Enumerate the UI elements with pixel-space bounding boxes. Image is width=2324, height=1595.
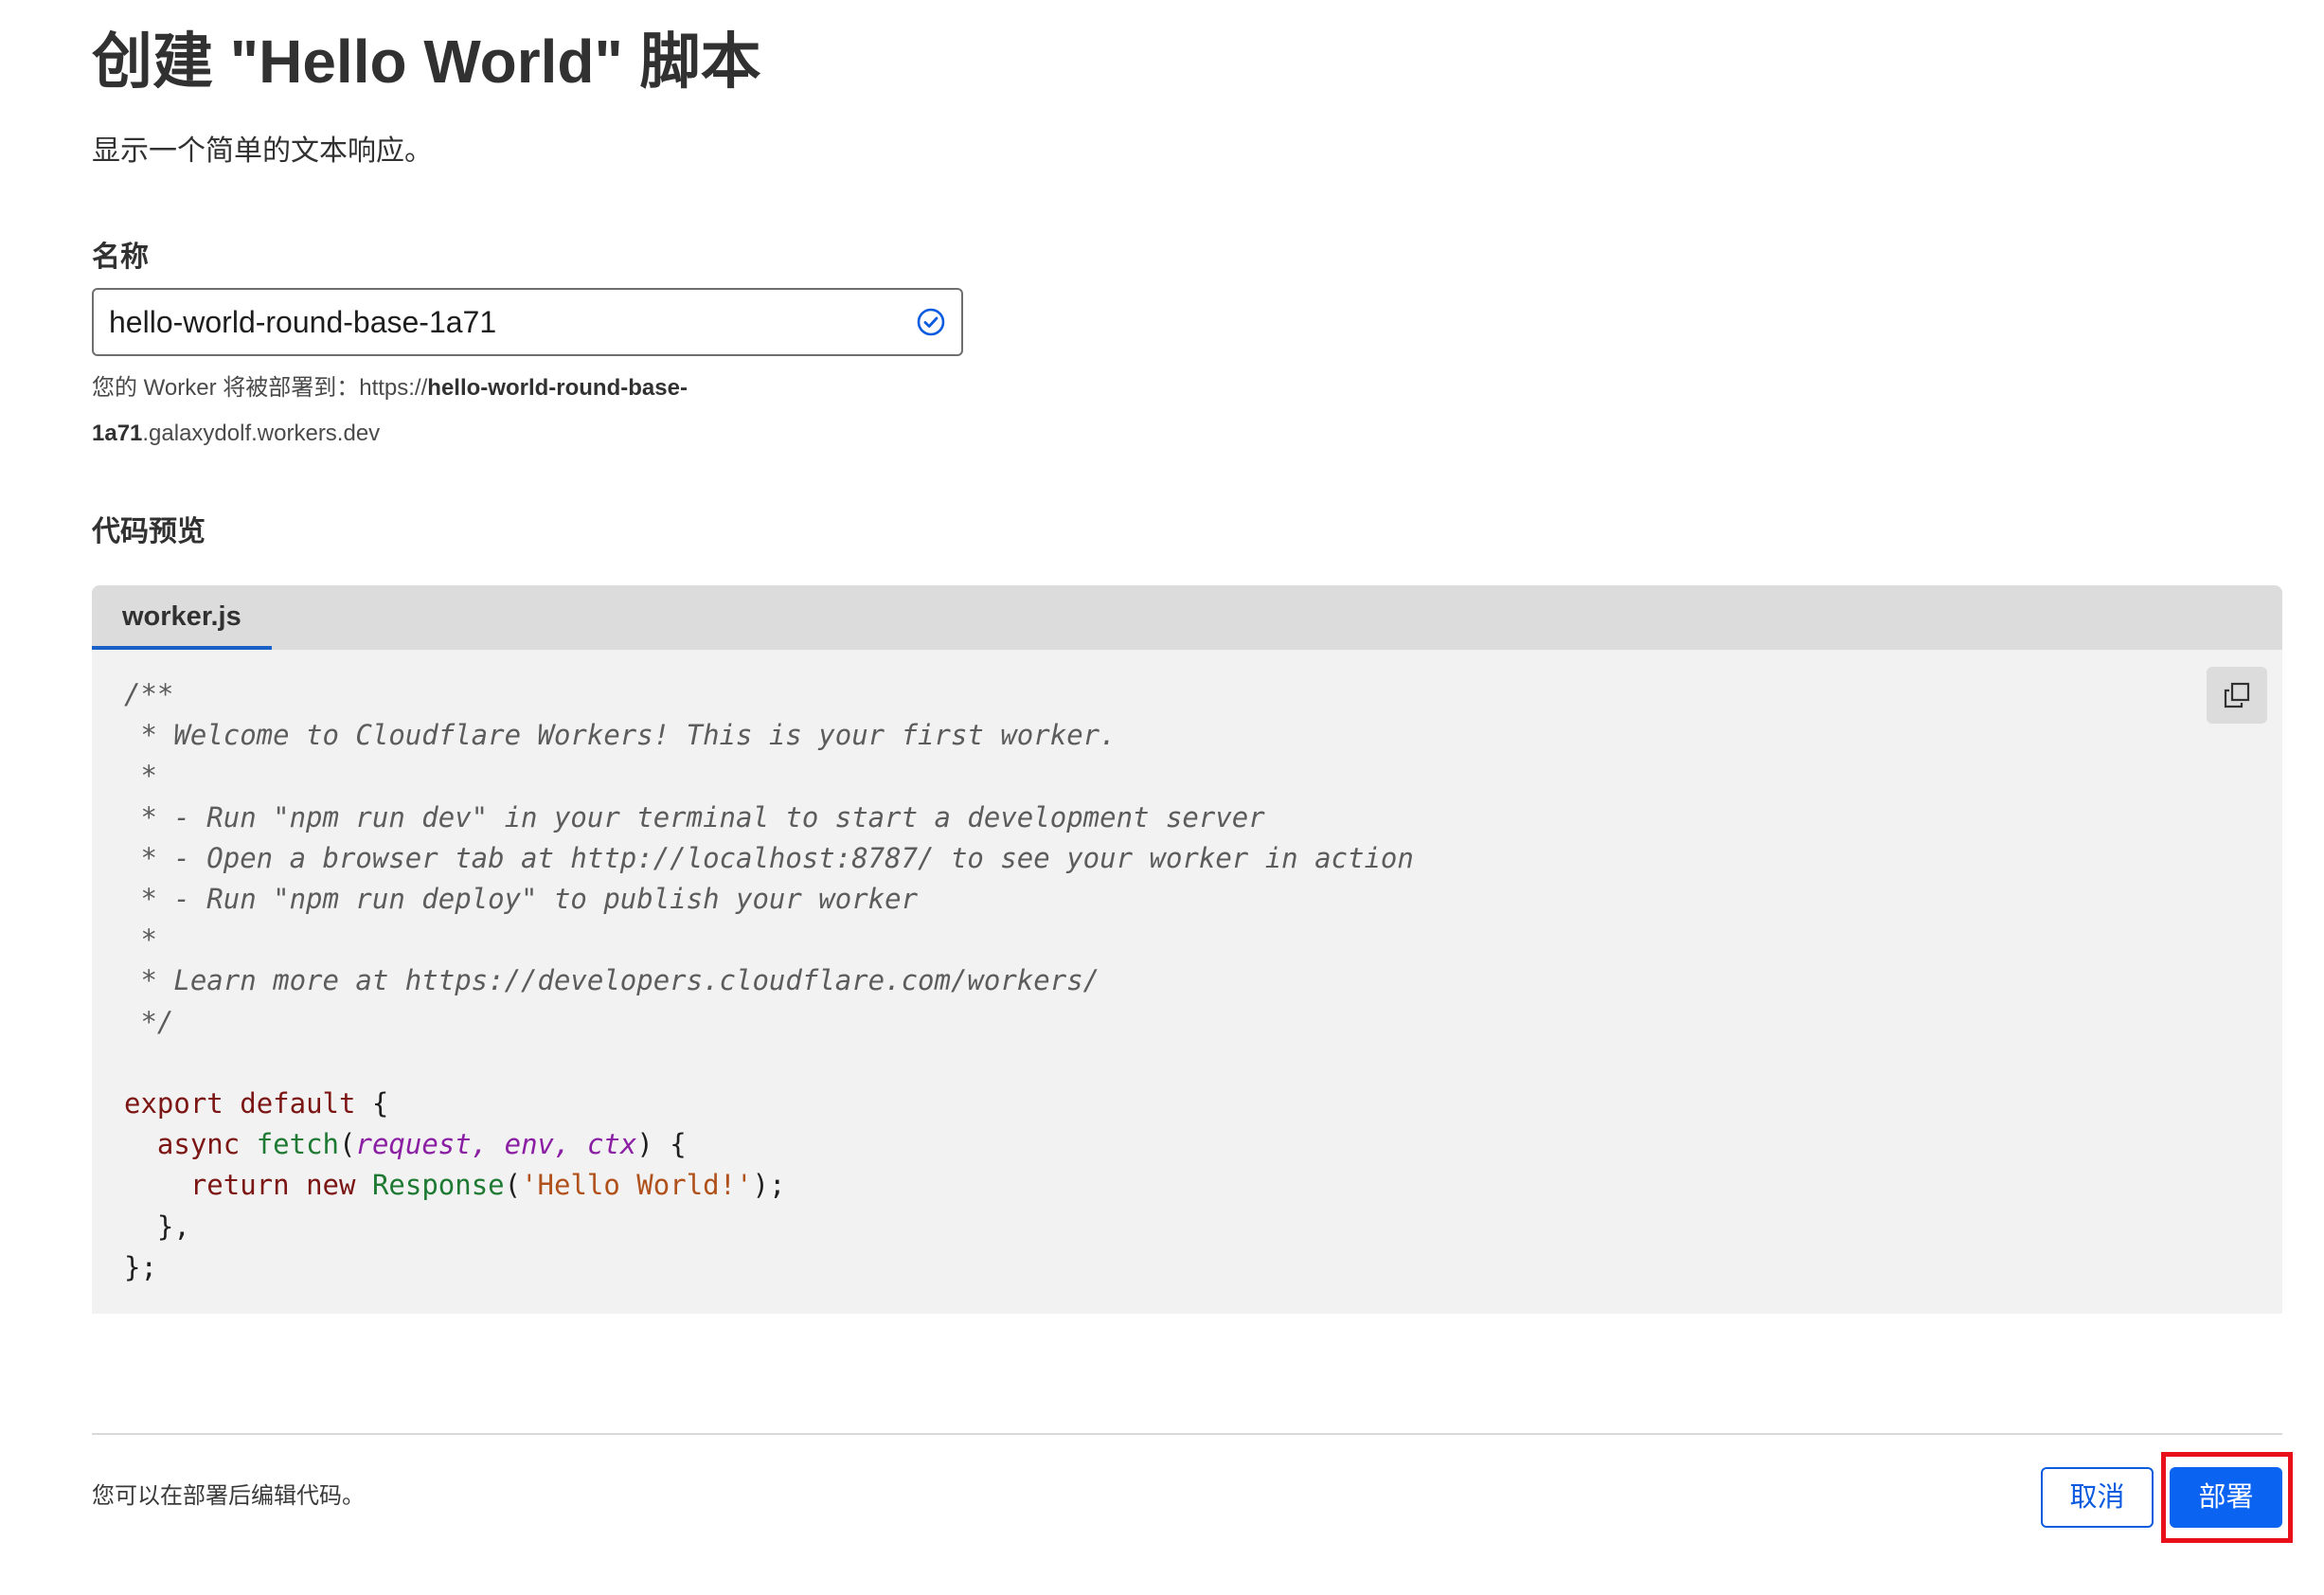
cancel-button[interactable]: 取消 xyxy=(2041,1467,2154,1528)
name-input[interactable] xyxy=(109,290,885,354)
code-punct: , xyxy=(554,1128,587,1161)
code-comment-line: * xyxy=(124,760,157,793)
code-tab-bar: worker.js xyxy=(92,585,2282,650)
code-param: request xyxy=(355,1128,472,1161)
code-punct: }, xyxy=(156,1210,190,1243)
copy-icon xyxy=(2224,682,2250,708)
name-field-label: 名称 xyxy=(92,242,149,273)
code-block: /** * Welcome to Cloudflare Workers! Thi… xyxy=(124,674,1414,1288)
code-string: 'Hello World!' xyxy=(521,1169,753,1202)
code-keyword: new xyxy=(306,1169,356,1202)
code-punct: { xyxy=(355,1087,389,1120)
code-punct: ( xyxy=(504,1169,522,1202)
code-preview-panel: worker.js /** * Welcome to Cloudflare Wo… xyxy=(92,585,2282,1314)
code-punct: ( xyxy=(339,1128,356,1161)
deploy-url-subdomain-part1: hello-world-round-base- xyxy=(427,375,688,401)
code-preview-label: 代码预览 xyxy=(92,516,206,547)
name-input-container xyxy=(92,288,963,356)
code-punct: ) { xyxy=(636,1128,687,1161)
code-param: ctx xyxy=(586,1128,637,1161)
code-comment-line: * - Run "npm run dev" in your terminal t… xyxy=(124,800,1265,833)
code-keyword: return xyxy=(189,1169,290,1202)
deploy-button[interactable]: 部署 xyxy=(2170,1467,2282,1528)
code-keyword: default xyxy=(240,1087,356,1120)
code-punct: ); xyxy=(752,1169,786,1202)
footer-divider xyxy=(92,1433,2282,1435)
page-title: 创建 "Hello World" 脚本 xyxy=(92,27,761,96)
code-punct: , xyxy=(471,1128,505,1161)
tab-worker-js[interactable]: worker.js xyxy=(92,585,272,650)
code-comment-line: /** xyxy=(124,678,174,710)
check-circle-icon xyxy=(917,308,945,336)
code-comment-line: * Learn more at https://developers.cloud… xyxy=(124,964,1100,997)
deploy-url-subdomain-part2: 1a71 xyxy=(92,421,143,446)
page-description: 显示一个简单的文本响应。 xyxy=(92,135,433,167)
code-punct: }; xyxy=(124,1250,157,1283)
deploy-url-hint: 您的 Worker 将被部署到：https://hello-world-roun… xyxy=(92,366,774,457)
code-class-name: Response xyxy=(371,1169,505,1202)
code-keyword: async xyxy=(156,1128,241,1161)
code-comment-line: */ xyxy=(124,1005,174,1038)
code-comment-line: * xyxy=(124,923,157,957)
copy-code-button[interactable] xyxy=(2207,667,2267,724)
deploy-url-prefix: 您的 Worker 将被部署到：https:// xyxy=(92,375,428,401)
code-comment-line: * - Open a browser tab at http://localho… xyxy=(124,841,1414,874)
code-comment-line: * Welcome to Cloudflare Workers! This is… xyxy=(124,719,1117,752)
footer-note: 您可以在部署后编辑代码。 xyxy=(92,1483,365,1509)
code-keyword: export xyxy=(124,1087,223,1120)
code-comment-line: * - Run "npm run deploy" to publish your… xyxy=(124,883,919,916)
deploy-url-suffix: .galaxydolf.workers.dev xyxy=(142,421,381,446)
code-function: fetch xyxy=(256,1128,340,1161)
code-param: env xyxy=(504,1128,555,1161)
